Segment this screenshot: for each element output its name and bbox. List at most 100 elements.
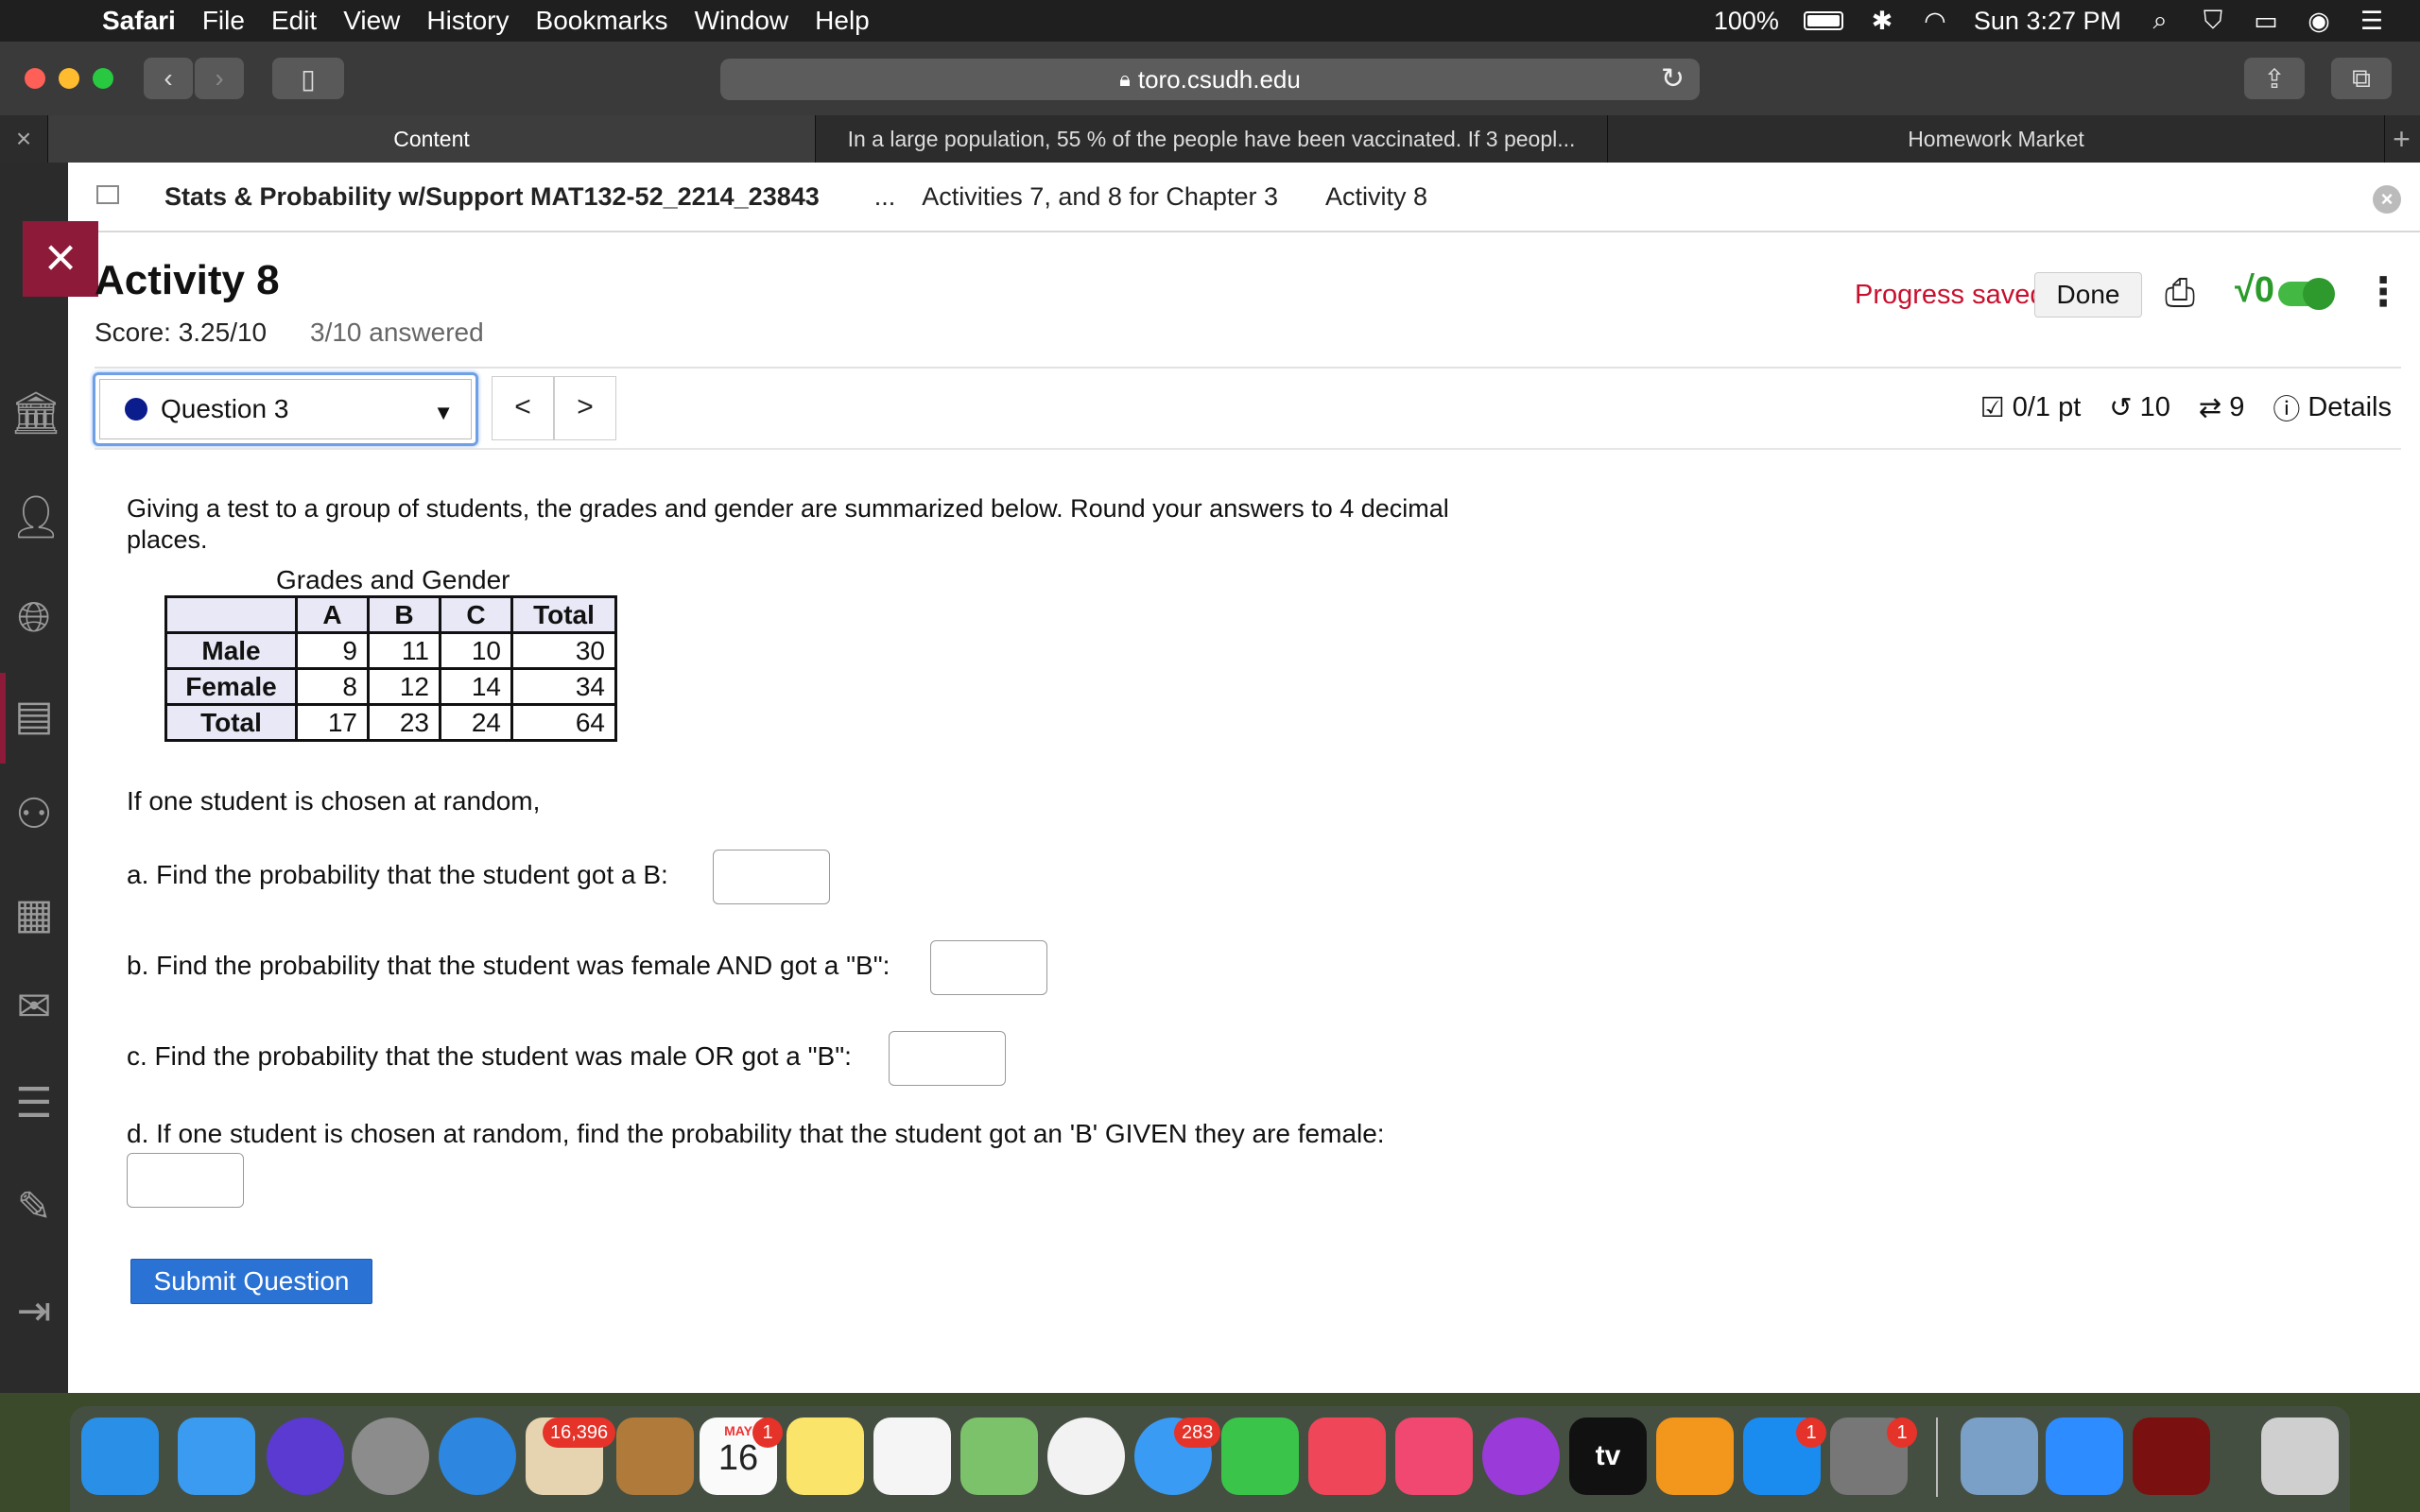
caret-down-icon: ▼ (433, 401, 454, 424)
breadcrumb-ellipsis[interactable]: ... (874, 182, 896, 212)
back-button[interactable]: ‹ (144, 58, 193, 99)
table-cell: 24 (439, 703, 513, 742)
finder-dock-icon[interactable] (178, 1418, 255, 1495)
preview-dock-icon[interactable] (1961, 1418, 2038, 1495)
launchpad-dock-icon[interactable] (352, 1418, 429, 1495)
trash-dock-icon[interactable] (2261, 1418, 2339, 1495)
menu-help[interactable]: Help (815, 6, 870, 36)
menu-history[interactable]: History (426, 6, 509, 36)
window-controls (25, 68, 113, 89)
flash-dock-icon[interactable] (2133, 1418, 2210, 1495)
menu-app-safari[interactable]: Safari (102, 6, 176, 36)
answer-c-input[interactable] (889, 1031, 1006, 1086)
reminders-dock-icon[interactable] (873, 1418, 951, 1495)
math-entry-toggle[interactable] (2278, 278, 2335, 310)
answer-a-input[interactable] (713, 850, 830, 904)
podcasts-dock-icon[interactable] (1482, 1418, 1560, 1495)
close-tab-icon[interactable]: × (0, 115, 47, 163)
badge: 1 (1887, 1418, 1917, 1448)
new-tab-button[interactable]: + (2384, 115, 2418, 163)
zoom-dock-icon[interactable] (2046, 1418, 2123, 1495)
close-activity-button[interactable]: × (23, 221, 98, 297)
table-cell: 17 (295, 703, 370, 742)
reload-icon[interactable]: ↻ (1661, 62, 1685, 95)
table-header-row: A B C Total (164, 595, 617, 634)
table-row: Male 9 11 10 30 (164, 631, 617, 670)
menu-window[interactable]: Window (695, 6, 789, 36)
contacts-dock-icon[interactable] (616, 1418, 694, 1495)
notes-dock-icon[interactable] (786, 1418, 864, 1495)
question-selector[interactable]: Question 3 ▼ (93, 372, 478, 446)
globe-icon[interactable]: 🌐︎ (9, 593, 59, 643)
calendar-icon[interactable]: ▦ (9, 890, 59, 939)
bluetooth-icon[interactable]: ✱ (1868, 7, 1896, 36)
commons-icon[interactable]: ✎ (9, 1183, 59, 1232)
submit-question-button[interactable]: Submit Question (130, 1259, 372, 1304)
address-bar[interactable]: 🔒︎ toro.csudh.edu ↻ (720, 59, 1700, 100)
safari-compass-dock-icon[interactable] (439, 1418, 516, 1495)
minimize-window-button[interactable] (59, 68, 79, 89)
print-icon[interactable]: ⎙ (2165, 272, 2195, 315)
battery-percent: 100% (1713, 6, 1779, 35)
share-button[interactable]: ⇪ (2244, 58, 2305, 99)
badge: 1 (752, 1418, 783, 1448)
spotlight-icon[interactable]: ⌕ (2146, 6, 2174, 36)
safari-dock-icon[interactable] (81, 1418, 159, 1495)
zoom-window-button[interactable] (93, 68, 113, 89)
math-entry-icon[interactable]: √0 (2235, 270, 2274, 311)
menu-edit[interactable]: Edit (271, 6, 317, 36)
siri-icon[interactable]: ◉ (2305, 7, 2333, 36)
logout-icon[interactable]: ⇥ (9, 1287, 59, 1336)
shield-icon[interactable]: ⛉ (2199, 6, 2227, 36)
menu-view[interactable]: View (343, 6, 400, 36)
breadcrumb-course[interactable]: Stats & Probability w/Support MAT132-52_… (164, 182, 820, 212)
wifi-icon[interactable]: ◠ (1921, 7, 1949, 36)
score-label: Score: 3.25/10 (95, 318, 268, 347)
books-dock-icon[interactable] (1656, 1418, 1734, 1495)
prev-question-button[interactable]: < (492, 376, 554, 440)
photos-dock-icon[interactable] (1047, 1418, 1125, 1495)
status-area: 100% ✱ ◠ Sun 3:27 PM ⌕ ⛉ ▭ ◉ ☰ (1714, 0, 2420, 42)
menu-file[interactable]: File (202, 6, 245, 36)
next-question-button[interactable]: > (554, 376, 616, 440)
siri-dock-icon[interactable] (267, 1418, 344, 1495)
tab-content[interactable]: Content (47, 115, 815, 163)
history-icon[interactable]: ☰ (9, 1079, 59, 1128)
row-header: Female (164, 667, 298, 706)
close-window-button[interactable] (25, 68, 45, 89)
maps-dock-icon[interactable] (960, 1418, 1038, 1495)
question-status-dot (125, 398, 147, 421)
table-cell: 23 (367, 703, 441, 742)
rail-active-indicator (0, 673, 6, 764)
breadcrumb-activity-8[interactable]: Activity 8 (1325, 182, 1427, 212)
tab-vaccination-question[interactable]: In a large population, 55 % of the peopl… (815, 115, 1607, 163)
tabs-overview-button[interactable]: ⧉ (2331, 58, 2392, 99)
menu-bookmarks[interactable]: Bookmarks (536, 6, 668, 36)
answer-d-input[interactable] (127, 1153, 244, 1208)
clock[interactable]: Sun 3:27 PM (1974, 7, 2121, 36)
details-link[interactable]: Details (2308, 392, 2392, 423)
inbox-icon[interactable]: ✉ (9, 983, 59, 1032)
grades-table: A B C Total Male 9 11 10 30 Female 8 12 … (164, 595, 617, 742)
breadcrumb-activities[interactable]: Activities 7, and 8 for Chapter 3 (922, 182, 1278, 212)
groups-icon[interactable]: ⚇ (9, 790, 59, 839)
close-circle-icon[interactable]: × (2373, 185, 2401, 214)
done-button[interactable]: Done (2034, 272, 2142, 318)
news-dock-icon[interactable] (1308, 1418, 1386, 1495)
table-cell: 64 (510, 703, 617, 742)
control-list-icon[interactable]: ☰ (2358, 7, 2386, 36)
sidebar-toggle-button[interactable]: ▯ (272, 58, 344, 99)
airplay-icon[interactable]: ▭ (2252, 7, 2280, 36)
battery-icon[interactable] (1803, 11, 1843, 30)
music-dock-icon[interactable] (1395, 1418, 1473, 1495)
account-icon[interactable]: 👤︎ (9, 493, 62, 542)
tab-homework-market[interactable]: Homework Market (1607, 115, 2384, 163)
info-icon[interactable]: ⓘ (2273, 387, 2300, 427)
courses-icon[interactable]: ▤ (9, 692, 59, 741)
answer-b-input[interactable] (930, 940, 1047, 995)
dock-separator (1936, 1418, 1938, 1497)
institution-icon[interactable]: 🏛︎ (9, 389, 62, 438)
more-options-icon[interactable]: ⋮ (2363, 268, 2403, 315)
forward-button[interactable]: › (195, 58, 244, 99)
facetime-dock-icon[interactable] (1221, 1418, 1299, 1495)
